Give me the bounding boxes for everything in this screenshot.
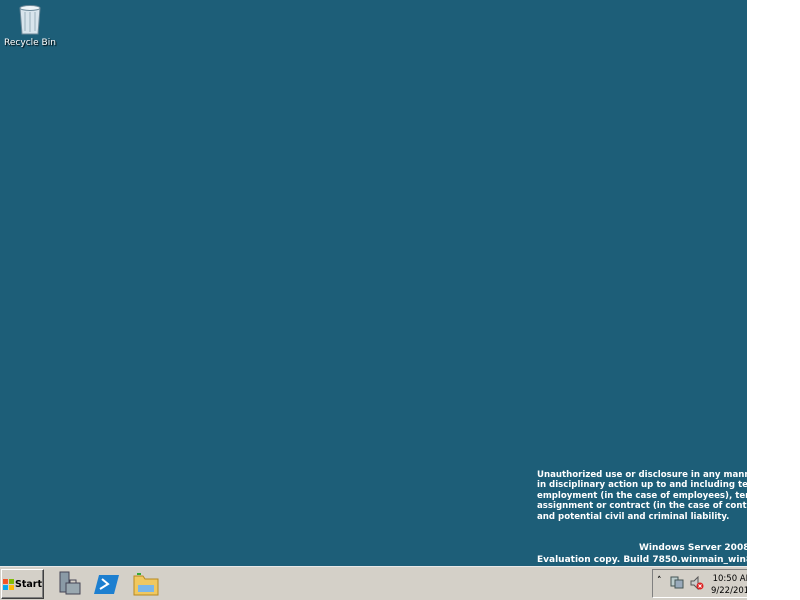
recycle-bin-icon — [19, 5, 41, 35]
product-watermark: Windows Server 2008 R2 — [639, 543, 747, 553]
windows-logo-icon — [2, 578, 14, 590]
network-icon[interactable] — [670, 576, 684, 590]
system-tray: ˄ 10:50 AM 9/22/2010 — [652, 569, 747, 598]
start-button[interactable]: Start — [1, 569, 44, 599]
legal-line: Unauthorized use or disclosure in any ma… — [537, 470, 747, 480]
start-label: Start — [14, 578, 43, 590]
explorer-icon[interactable] — [133, 571, 159, 597]
show-hidden-icons-chevron-icon[interactable]: ˄ — [657, 576, 662, 586]
legal-notice: Unauthorized use or disclosure in any ma… — [537, 470, 747, 522]
recycle-bin[interactable]: Recycle Bin — [4, 4, 56, 48]
clock-time: 10:50 AM — [712, 574, 747, 584]
recycle-bin-label: Recycle Bin — [4, 38, 56, 48]
legal-line: in disciplinary action up to and includi… — [537, 480, 747, 491]
desktop: Recycle Bin Unauthorized use or disclosu… — [0, 0, 747, 600]
build-watermark: Evaluation copy. Build 7850.winmain_win8… — [537, 555, 747, 565]
volume-muted-icon[interactable] — [690, 576, 704, 590]
server-manager-icon[interactable] — [56, 571, 82, 597]
clock[interactable]: 10:50 AM 9/22/2010 — [711, 573, 747, 597]
legal-line: employment (in the case of employees), t… — [537, 490, 747, 501]
powershell-icon[interactable] — [94, 571, 120, 597]
legal-line: assignment or contract (in the case of c… — [537, 501, 747, 512]
legal-line: and potential civil and criminal liabili… — [537, 511, 730, 522]
taskbar: Start ˄ 10:50 AM 9/22/2010 — [0, 566, 747, 600]
clock-date: 9/22/2010 — [711, 586, 747, 596]
